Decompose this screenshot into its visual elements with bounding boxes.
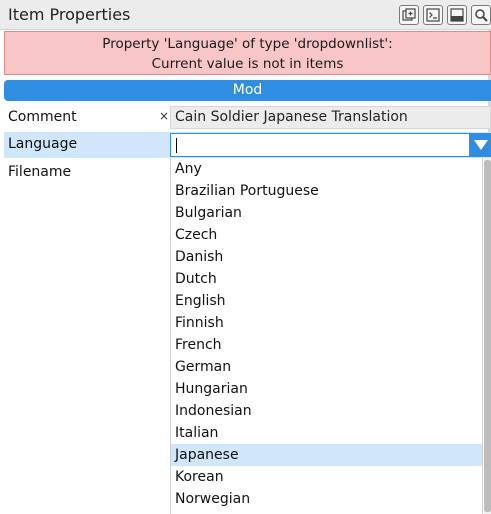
dropdown-option[interactable]: Indonesian bbox=[171, 400, 482, 422]
property-row-language: Language bbox=[4, 132, 491, 158]
dropdown-option[interactable]: German bbox=[171, 356, 482, 378]
dropdown-option[interactable]: Dutch bbox=[171, 268, 482, 290]
dropdown-scrollbar[interactable] bbox=[484, 158, 491, 514]
dropdown-option[interactable]: Italian bbox=[171, 422, 482, 444]
dropdown-option[interactable]: Brazilian Portuguese bbox=[171, 180, 482, 202]
dropdown-option[interactable]: English bbox=[171, 290, 482, 312]
section-header-mod[interactable]: Mod bbox=[4, 80, 491, 101]
dropdown-option[interactable]: Any bbox=[171, 158, 482, 180]
add-group-icon[interactable] bbox=[399, 5, 419, 25]
dropdown-toggle-button[interactable] bbox=[470, 133, 491, 157]
dropdown-option[interactable]: Japanese bbox=[171, 444, 482, 466]
window-title: Item Properties bbox=[8, 5, 131, 24]
title-bar: Item Properties bbox=[0, 0, 491, 30]
error-line-1: Property 'Language' of type 'dropdownlis… bbox=[102, 36, 393, 52]
search-icon[interactable] bbox=[471, 5, 491, 25]
comment-label: Comment bbox=[8, 109, 77, 125]
dropdown-option[interactable]: French bbox=[171, 334, 482, 356]
dropdown-option[interactable]: Hungarian bbox=[171, 378, 482, 400]
dropdown-scroll-thumb[interactable] bbox=[484, 160, 491, 512]
filename-label: Filename bbox=[8, 164, 72, 180]
language-label: Language bbox=[8, 136, 78, 152]
text-caret bbox=[176, 138, 177, 153]
error-line-2: Current value is not in items bbox=[151, 56, 344, 72]
dropdown-option[interactable]: Norwegian bbox=[171, 488, 482, 510]
comment-field[interactable]: Cain Soldier Japanese Translation bbox=[170, 106, 491, 129]
chevron-down-icon bbox=[473, 140, 488, 150]
property-row-comment: Comment × Cain Soldier Japanese Translat… bbox=[4, 105, 491, 131]
panel-icon[interactable] bbox=[447, 5, 467, 25]
language-dropdown-input[interactable] bbox=[170, 133, 470, 157]
dropdown-option[interactable]: Bulgarian bbox=[171, 202, 482, 224]
dropdown-option[interactable]: Finnish bbox=[171, 312, 482, 334]
language-options-list: Any Brazilian Portuguese Bulgarian Czech Dan… bbox=[170, 158, 483, 514]
dropdown-option[interactable]: Czech bbox=[171, 224, 482, 246]
clear-comment-button[interactable]: × bbox=[159, 109, 169, 123]
dropdown-option[interactable]: Korean bbox=[171, 466, 482, 488]
error-message: Property 'Language' of type 'dropdownlis… bbox=[4, 31, 491, 75]
toolbar bbox=[399, 5, 491, 25]
dropdown-option[interactable]: Danish bbox=[171, 246, 482, 268]
terminal-icon[interactable] bbox=[423, 5, 443, 25]
